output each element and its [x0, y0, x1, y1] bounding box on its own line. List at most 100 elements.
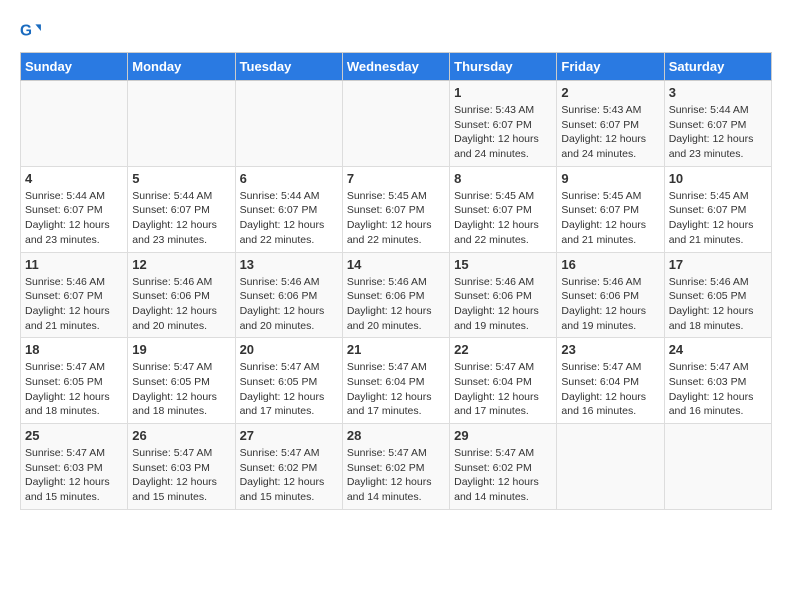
day-number: 16 [561, 257, 659, 272]
day-info: Sunrise: 5:43 AM Sunset: 6:07 PM Dayligh… [454, 103, 552, 162]
day-cell: 1 Sunrise: 5:43 AM Sunset: 6:07 PM Daylig… [450, 81, 557, 167]
day-info: Sunrise: 5:45 AM Sunset: 6:07 PM Dayligh… [347, 189, 445, 248]
col-header-sunday: Sunday [21, 53, 128, 81]
day-number: 7 [347, 171, 445, 186]
logo-icon: G [20, 20, 42, 42]
svg-text:G: G [20, 22, 32, 39]
day-number: 18 [25, 342, 123, 357]
day-info: Sunrise: 5:46 AM Sunset: 6:06 PM Dayligh… [132, 275, 230, 334]
day-number: 9 [561, 171, 659, 186]
day-cell: 4 Sunrise: 5:44 AM Sunset: 6:07 PM Daylig… [21, 166, 128, 252]
day-cell: 22 Sunrise: 5:47 AM Sunset: 6:04 PM Dayli… [450, 338, 557, 424]
day-info: Sunrise: 5:46 AM Sunset: 6:06 PM Dayligh… [347, 275, 445, 334]
day-number: 25 [25, 428, 123, 443]
week-row-4: 18 Sunrise: 5:47 AM Sunset: 6:05 PM Dayli… [21, 338, 772, 424]
day-cell: 14 Sunrise: 5:46 AM Sunset: 6:06 PM Dayli… [342, 252, 449, 338]
day-number: 21 [347, 342, 445, 357]
week-row-3: 11 Sunrise: 5:46 AM Sunset: 6:07 PM Dayli… [21, 252, 772, 338]
day-info: Sunrise: 5:47 AM Sunset: 6:02 PM Dayligh… [347, 446, 445, 505]
day-info: Sunrise: 5:47 AM Sunset: 6:05 PM Dayligh… [25, 360, 123, 419]
col-header-monday: Monday [128, 53, 235, 81]
col-header-friday: Friday [557, 53, 664, 81]
day-info: Sunrise: 5:44 AM Sunset: 6:07 PM Dayligh… [240, 189, 338, 248]
day-number: 23 [561, 342, 659, 357]
day-cell: 13 Sunrise: 5:46 AM Sunset: 6:06 PM Dayli… [235, 252, 342, 338]
week-row-2: 4 Sunrise: 5:44 AM Sunset: 6:07 PM Daylig… [21, 166, 772, 252]
day-number: 15 [454, 257, 552, 272]
day-cell: 15 Sunrise: 5:46 AM Sunset: 6:06 PM Dayli… [450, 252, 557, 338]
day-cell: 6 Sunrise: 5:44 AM Sunset: 6:07 PM Daylig… [235, 166, 342, 252]
day-info: Sunrise: 5:47 AM Sunset: 6:04 PM Dayligh… [561, 360, 659, 419]
day-number: 12 [132, 257, 230, 272]
day-info: Sunrise: 5:45 AM Sunset: 6:07 PM Dayligh… [669, 189, 767, 248]
day-info: Sunrise: 5:47 AM Sunset: 6:02 PM Dayligh… [240, 446, 338, 505]
day-number: 27 [240, 428, 338, 443]
day-cell: 27 Sunrise: 5:47 AM Sunset: 6:02 PM Dayli… [235, 424, 342, 510]
day-number: 20 [240, 342, 338, 357]
day-info: Sunrise: 5:46 AM Sunset: 6:06 PM Dayligh… [240, 275, 338, 334]
day-info: Sunrise: 5:47 AM Sunset: 6:05 PM Dayligh… [240, 360, 338, 419]
day-number: 19 [132, 342, 230, 357]
day-number: 8 [454, 171, 552, 186]
day-cell: 3Sunrise: 5:44 AM Sunset: 6:07 PM Daylig… [664, 81, 771, 167]
col-header-saturday: Saturday [664, 53, 771, 81]
calendar-table: SundayMondayTuesdayWednesdayThursdayFrid… [20, 52, 772, 510]
day-cell [342, 81, 449, 167]
day-info: Sunrise: 5:45 AM Sunset: 6:07 PM Dayligh… [454, 189, 552, 248]
col-header-thursday: Thursday [450, 53, 557, 81]
day-number: 2 [561, 85, 659, 100]
day-cell: 20 Sunrise: 5:47 AM Sunset: 6:05 PM Dayli… [235, 338, 342, 424]
day-cell: 8 Sunrise: 5:45 AM Sunset: 6:07 PM Daylig… [450, 166, 557, 252]
page-header: G [20, 20, 772, 42]
week-row-1: 1 Sunrise: 5:43 AM Sunset: 6:07 PM Daylig… [21, 81, 772, 167]
day-number: 28 [347, 428, 445, 443]
day-cell: 21 Sunrise: 5:47 AM Sunset: 6:04 PM Dayli… [342, 338, 449, 424]
day-cell: 28 Sunrise: 5:47 AM Sunset: 6:02 PM Dayli… [342, 424, 449, 510]
day-number: 5 [132, 171, 230, 186]
day-cell: 17Sunrise: 5:46 AM Sunset: 6:05 PM Dayli… [664, 252, 771, 338]
logo: G [20, 20, 46, 42]
day-info: Sunrise: 5:47 AM Sunset: 6:03 PM Dayligh… [132, 446, 230, 505]
day-cell [21, 81, 128, 167]
day-cell [235, 81, 342, 167]
day-number: 22 [454, 342, 552, 357]
day-info: Sunrise: 5:46 AM Sunset: 6:07 PM Dayligh… [25, 275, 123, 334]
day-cell: 5 Sunrise: 5:44 AM Sunset: 6:07 PM Daylig… [128, 166, 235, 252]
day-cell: 29Sunrise: 5:47 AM Sunset: 6:02 PM Dayli… [450, 424, 557, 510]
day-number: 6 [240, 171, 338, 186]
day-info: Sunrise: 5:47 AM Sunset: 6:04 PM Dayligh… [347, 360, 445, 419]
day-info: Sunrise: 5:44 AM Sunset: 6:07 PM Dayligh… [132, 189, 230, 248]
day-cell: 26 Sunrise: 5:47 AM Sunset: 6:03 PM Dayli… [128, 424, 235, 510]
day-number: 4 [25, 171, 123, 186]
day-number: 1 [454, 85, 552, 100]
day-cell: 19Sunrise: 5:47 AM Sunset: 6:05 PM Dayli… [128, 338, 235, 424]
day-number: 11 [25, 257, 123, 272]
day-number: 10 [669, 171, 767, 186]
day-cell: 25Sunrise: 5:47 AM Sunset: 6:03 PM Dayli… [21, 424, 128, 510]
week-row-5: 25 Sunrise: 5:47 AM Sunset: 6:03 PM Dayli… [21, 424, 772, 510]
day-number: 17 [669, 257, 767, 272]
day-cell [557, 424, 664, 510]
day-cell: 18 Sunrise: 5:47 AM Sunset: 6:05 PM Dayli… [21, 338, 128, 424]
day-cell: 24 Sunrise: 5:47 AM Sunset: 6:03 PM Dayli… [664, 338, 771, 424]
day-number: 14 [347, 257, 445, 272]
day-info: Sunrise: 5:45 AM Sunset: 6:07 PM Dayligh… [561, 189, 659, 248]
day-info: Sunrise: 5:44 AM Sunset: 6:07 PM Dayligh… [25, 189, 123, 248]
header-row: SundayMondayTuesdayWednesdayThursdayFrid… [21, 53, 772, 81]
day-cell [128, 81, 235, 167]
day-number: 26 [132, 428, 230, 443]
day-cell [664, 424, 771, 510]
day-cell: 10 Sunrise: 5:45 AM Sunset: 6:07 PM Dayli… [664, 166, 771, 252]
day-cell: 16Sunrise: 5:46 AM Sunset: 6:06 PM Dayli… [557, 252, 664, 338]
day-cell: 9 Sunrise: 5:45 AM Sunset: 6:07 PM Daylig… [557, 166, 664, 252]
day-info: Sunrise: 5:47 AM Sunset: 6:04 PM Dayligh… [454, 360, 552, 419]
day-cell: 7 Sunrise: 5:45 AM Sunset: 6:07 PM Daylig… [342, 166, 449, 252]
day-cell: 23 Sunrise: 5:47 AM Sunset: 6:04 PM Dayli… [557, 338, 664, 424]
day-number: 29 [454, 428, 552, 443]
col-header-tuesday: Tuesday [235, 53, 342, 81]
day-info: Sunrise: 5:46 AM Sunset: 6:06 PM Dayligh… [454, 275, 552, 334]
day-info: Sunrise: 5:47 AM Sunset: 6:03 PM Dayligh… [669, 360, 767, 419]
day-number: 13 [240, 257, 338, 272]
day-cell: 11 Sunrise: 5:46 AM Sunset: 6:07 PM Dayli… [21, 252, 128, 338]
day-number: 24 [669, 342, 767, 357]
